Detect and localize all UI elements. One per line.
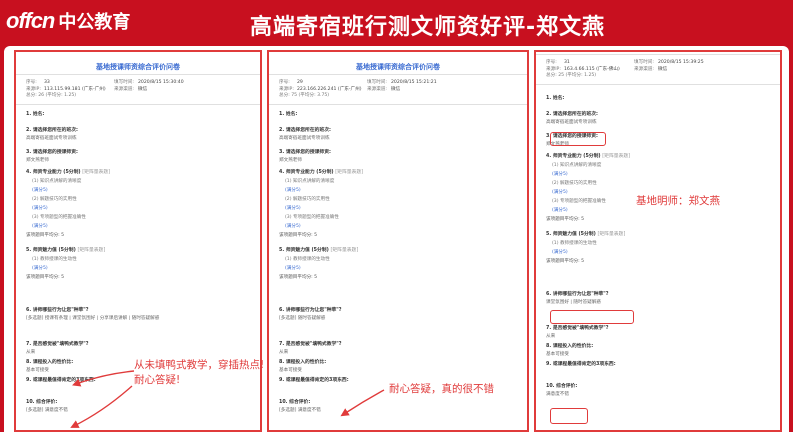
highlight-behavior-choice [550,310,634,324]
logo-cn-text: 中公教育 [58,12,131,33]
highlight-teacher-choice [550,132,606,146]
arrow-doc2 [340,389,385,417]
logo-offcn-text: offcn [6,8,55,33]
annotation-arrows [70,370,385,428]
highlight-overall-eval [550,408,588,424]
page-title: 高端寄宿班行测文师资好评-郑文燕 [250,15,606,40]
arrow-doc1-lower [70,385,133,428]
arrow-doc1-upper [72,370,135,387]
brand-logo: offcn 中公教育 [6,8,130,34]
top-banner: offcn 中公教育 高端寄宿班行测文师资好评-郑文燕 [0,0,793,46]
content-stage: 基地授课师资综合评价问卷 序号: 33 填写时间: 2020/8/15 15:30:40… [4,46,789,432]
